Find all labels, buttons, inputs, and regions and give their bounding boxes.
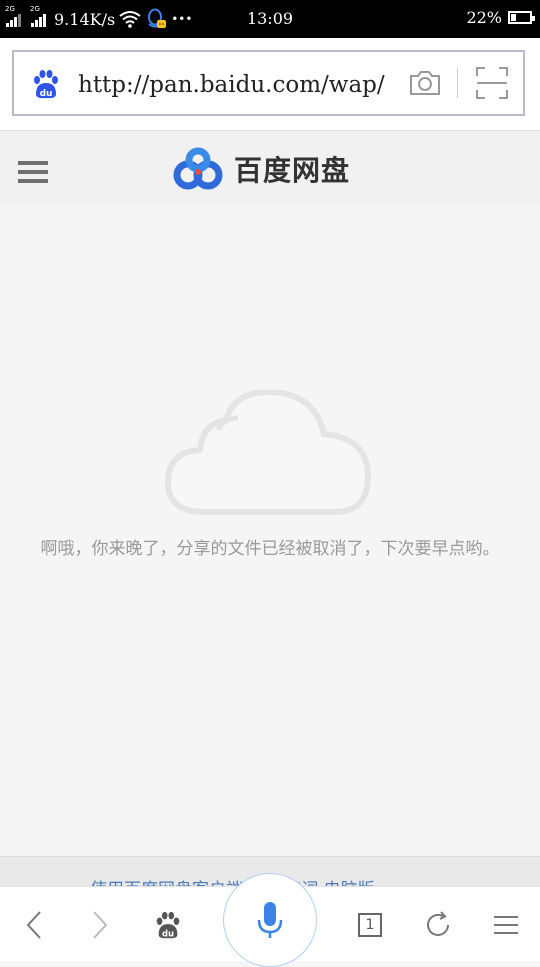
back-icon[interactable] [16,907,52,943]
battery-percent: 22% [466,8,502,27]
voice-search-button[interactable] [223,873,317,967]
forward-icon[interactable] [82,907,118,943]
site-header: 百度网盘 [0,130,540,207]
svg-text:du: du [162,928,174,938]
empty-cloud-icon [165,390,371,515]
address-bar[interactable]: du http://pan.baidu.com/wap/ [12,50,525,116]
clock: 13:09 [246,9,294,28]
battery-icon [508,11,535,24]
baidu-pan-cloud-icon [173,147,223,190]
address-bar-area: du http://pan.baidu.com/wap/ [0,38,540,130]
baidu-paw-icon: du [34,70,58,99]
microphone-icon [257,902,283,938]
baidu-pan-logo[interactable]: 百度网盘 [170,147,350,191]
scan-qr-icon[interactable] [474,65,510,101]
baidu-home-icon[interactable]: du [150,907,186,943]
svg-text:du: du [40,89,53,99]
menu-icon[interactable] [488,907,524,943]
main-content: 啊哦，你来晚了，分享的文件已经被取消了，下次要早点哟。 [0,206,540,856]
camera-icon[interactable] [408,66,442,100]
browser-toolbar: du 1 [0,873,540,967]
status-bar: 2G 2G 9.14K/s ••• 13:09 22% [0,0,540,38]
share-cancelled-message: 啊哦，你来晚了，分享的文件已经被取消了，下次要早点哟。 [40,539,500,559]
url-text[interactable]: http://pan.baidu.com/wap/ [78,68,404,102]
hamburger-menu-icon[interactable] [18,161,48,185]
tabs-button[interactable]: 1 [352,907,388,943]
refresh-icon[interactable] [420,907,456,943]
tab-count: 1 [358,913,382,937]
address-bar-divider [457,68,458,98]
brand-name: 百度网盘 [234,154,351,187]
